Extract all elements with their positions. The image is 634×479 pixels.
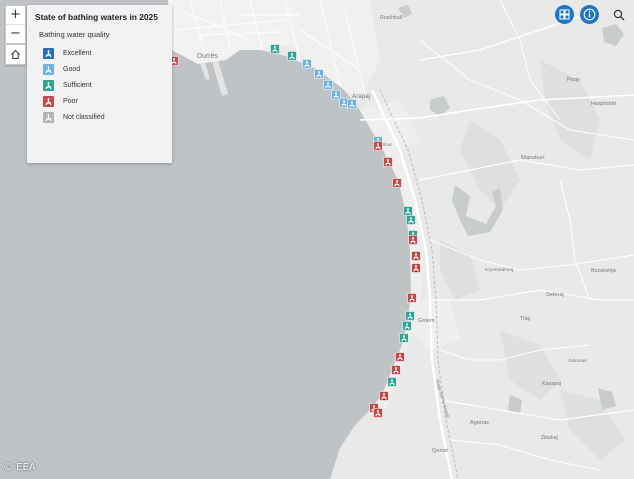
- bathing-site-marker[interactable]: [302, 59, 312, 69]
- bathing-site-icon: [43, 79, 54, 91]
- bathing-site-marker[interactable]: [402, 321, 412, 331]
- place-label-kryemedhenj: Kryemedhenj: [485, 267, 513, 273]
- bathing-site-marker[interactable]: [323, 80, 333, 90]
- place-label-golem: Golem: [418, 318, 435, 324]
- bathing-site-marker[interactable]: [406, 215, 416, 225]
- place-label-durres: Durrës: [197, 53, 219, 60]
- legend-label: Poor: [63, 97, 78, 105]
- place-label-pezje: Pezje: [567, 77, 580, 83]
- zoom-in-button[interactable]: +: [6, 6, 25, 24]
- bathing-site-marker[interactable]: [347, 99, 357, 109]
- bathing-site-marker[interactable]: [408, 235, 418, 245]
- place-label-kanapaj: Kanapaj: [542, 381, 561, 387]
- info-button[interactable]: [580, 5, 599, 24]
- legend-panel: State of bathing waters in 2025 Bathing …: [27, 5, 172, 163]
- bathing-site-marker[interactable]: [379, 391, 389, 401]
- place-label-arapaj: Arapaj: [352, 93, 370, 100]
- bathing-site-marker[interactable]: [287, 51, 297, 61]
- place-label-seferaj: Seferaj: [546, 292, 564, 298]
- legend-entry-excellent: Excellent: [43, 47, 91, 59]
- bathing-site-marker[interactable]: [399, 333, 409, 343]
- place-label-qerret: Qerret: [432, 448, 448, 454]
- bathing-site-marker[interactable]: [411, 251, 421, 261]
- place-label-golemas: Golemas: [568, 358, 587, 363]
- legend-entry-good: Good: [43, 63, 80, 75]
- legend-entry-not-classified: Not classified: [43, 111, 105, 123]
- bathing-site-marker[interactable]: [403, 206, 413, 216]
- place-label-rrashbull: Rrashbull: [380, 15, 402, 21]
- bathing-site-marker[interactable]: [387, 377, 397, 387]
- bathing-site-icon: [43, 63, 54, 75]
- bathing-site-marker[interactable]: [270, 44, 280, 54]
- place-label-manskuri: Manskuri: [521, 155, 545, 161]
- bathing-site-marker[interactable]: [392, 178, 402, 188]
- legend-label: Good: [63, 65, 81, 73]
- zoom-out-button[interactable]: −: [6, 24, 25, 43]
- home-icon: [11, 49, 20, 59]
- bathing-site-marker[interactable]: [391, 365, 401, 375]
- zoom-control: + −: [5, 5, 26, 44]
- bathing-site-icon: [43, 111, 54, 123]
- search-icon: [613, 9, 624, 20]
- legend-entry-sufficient: Sufficient: [43, 79, 92, 91]
- home-button[interactable]: [5, 44, 26, 65]
- bathing-site-marker[interactable]: [383, 157, 393, 167]
- place-label-bozanvhije: Bozanvhije: [591, 268, 616, 274]
- bathing-site-marker[interactable]: [395, 352, 405, 362]
- bathing-site-marker[interactable]: [373, 408, 383, 418]
- place-label-agonas: Agonas: [470, 420, 489, 426]
- bathing-site-marker[interactable]: [407, 293, 417, 303]
- copyright-credit: © EEA: [3, 462, 36, 473]
- bathing-site-marker[interactable]: [314, 69, 324, 79]
- bathing-site-marker[interactable]: [405, 311, 415, 321]
- basemap-gallery-icon: [559, 9, 570, 20]
- place-label-zikahaj: Zikahaj: [541, 435, 558, 441]
- bathing-site-icon: [43, 95, 54, 107]
- bathing-site-icon: [43, 47, 54, 59]
- bathing-site-marker[interactable]: [339, 98, 349, 108]
- legend-label: Sufficient: [63, 81, 92, 89]
- bathing-site-marker[interactable]: [411, 263, 421, 273]
- search-button[interactable]: [609, 5, 628, 24]
- basemap-gallery-button[interactable]: [555, 5, 574, 24]
- legend-title: State of bathing waters in 2025: [35, 12, 158, 22]
- bathing-site-marker[interactable]: [373, 141, 383, 151]
- place-label-harqhishte: Harqhishtë: [591, 101, 616, 107]
- legend-label: Excellent: [63, 49, 92, 57]
- bathing-site-marker[interactable]: [331, 90, 341, 100]
- legend-subtitle: Bathing water quality: [39, 30, 110, 39]
- info-icon: [583, 8, 596, 21]
- legend-label: Not classified: [63, 113, 105, 121]
- place-label-tilaj: Tilaj: [520, 316, 530, 322]
- legend-entry-poor: Poor: [43, 95, 78, 107]
